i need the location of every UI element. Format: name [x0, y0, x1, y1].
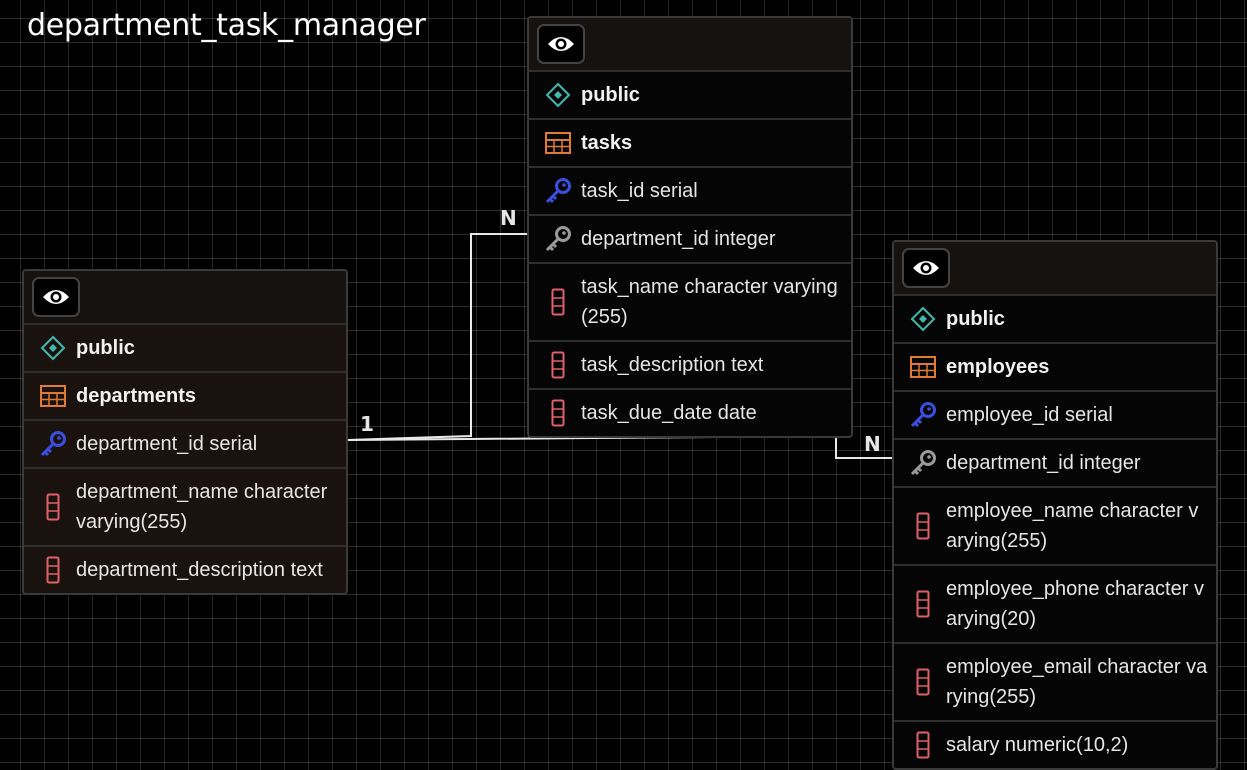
- column-icon: [908, 511, 938, 541]
- column-text: task_description text: [581, 354, 764, 376]
- relation-departments-tasks: [347, 233, 528, 441]
- relation-departments-employees: [347, 434, 892, 459]
- column-text: department_name character varying(255): [76, 481, 328, 533]
- table-icon: [908, 352, 938, 382]
- table-departments[interactable]: public departments department_id serial …: [22, 269, 348, 595]
- column-icon: [908, 730, 938, 760]
- table-header: [894, 242, 1216, 296]
- schema-row: public: [894, 296, 1216, 344]
- column-row[interactable]: employee_phone character varying(20): [894, 566, 1216, 644]
- column-icon: [908, 589, 938, 619]
- eye-button[interactable]: [537, 24, 585, 64]
- column-text: employee_email character varying(255): [946, 656, 1208, 708]
- table-icon: [543, 128, 573, 158]
- eye-button[interactable]: [902, 248, 950, 288]
- table-name-row: departments: [24, 373, 346, 421]
- schema-icon: [543, 80, 573, 110]
- cardinality-many-tasks: N: [500, 206, 517, 230]
- column-text: department_id integer: [581, 228, 776, 250]
- eye-icon: [43, 290, 69, 304]
- schema-name: public: [76, 337, 135, 359]
- column-row[interactable]: task_description text: [529, 342, 851, 390]
- schema-name: public: [946, 308, 1005, 330]
- column-icon: [38, 492, 68, 522]
- column-row[interactable]: employee_id serial: [894, 392, 1216, 440]
- table-icon: [38, 381, 68, 411]
- column-row[interactable]: department_id integer: [894, 440, 1216, 488]
- table-name-row: tasks: [529, 120, 851, 168]
- primary-key-icon: [38, 429, 68, 459]
- column-row[interactable]: task_name character varying(255): [529, 264, 851, 342]
- column-text: employee_name character varying(255): [946, 500, 1199, 552]
- column-row[interactable]: employee_email character varying(255): [894, 644, 1216, 722]
- foreign-key-icon: [543, 224, 573, 254]
- column-icon: [543, 398, 573, 428]
- table-header: [529, 18, 851, 72]
- column-row[interactable]: task_due_date date: [529, 390, 851, 436]
- eye-icon: [548, 37, 574, 51]
- column-text: employee_phone character varying(20): [946, 578, 1204, 630]
- column-row[interactable]: salary numeric(10,2): [894, 722, 1216, 768]
- schema-name: public: [581, 84, 640, 106]
- column-text: task_id serial: [581, 180, 698, 202]
- table-name: employees: [946, 356, 1050, 378]
- eye-icon: [913, 261, 939, 275]
- foreign-key-icon: [908, 448, 938, 478]
- table-tasks[interactable]: public tasks task_id serial department_i…: [527, 16, 853, 438]
- table-name: tasks: [581, 132, 633, 154]
- table-header: [24, 271, 346, 325]
- schema-icon: [38, 333, 68, 363]
- column-text: department_id integer: [946, 452, 1141, 474]
- primary-key-icon: [543, 176, 573, 206]
- table-name: departments: [76, 385, 197, 407]
- column-row[interactable]: department_name character varying(255): [24, 469, 346, 547]
- column-row[interactable]: employee_name character varying(255): [894, 488, 1216, 566]
- column-text: department_description text: [76, 559, 323, 581]
- column-row[interactable]: department_description text: [24, 547, 346, 593]
- column-row[interactable]: department_id serial: [24, 421, 346, 469]
- column-row[interactable]: task_id serial: [529, 168, 851, 216]
- schema-row: public: [529, 72, 851, 120]
- cardinality-many-employees: N: [864, 432, 881, 456]
- primary-key-icon: [908, 400, 938, 430]
- column-icon: [543, 287, 573, 317]
- column-text: employee_id serial: [946, 404, 1113, 426]
- schema-icon: [908, 304, 938, 334]
- column-icon: [38, 555, 68, 585]
- table-employees[interactable]: public employees employee_id serial depa…: [892, 240, 1218, 770]
- table-name-row: employees: [894, 344, 1216, 392]
- column-text: task_due_date date: [581, 402, 757, 424]
- eye-button[interactable]: [32, 277, 80, 317]
- schema-row: public: [24, 325, 346, 373]
- column-text: task_name character varying(255): [581, 276, 838, 328]
- column-text: salary numeric(10,2): [946, 734, 1129, 756]
- column-row[interactable]: department_id integer: [529, 216, 851, 264]
- column-icon: [908, 667, 938, 697]
- column-icon: [543, 350, 573, 380]
- column-text: department_id serial: [76, 433, 258, 455]
- cardinality-one: 1: [360, 412, 374, 436]
